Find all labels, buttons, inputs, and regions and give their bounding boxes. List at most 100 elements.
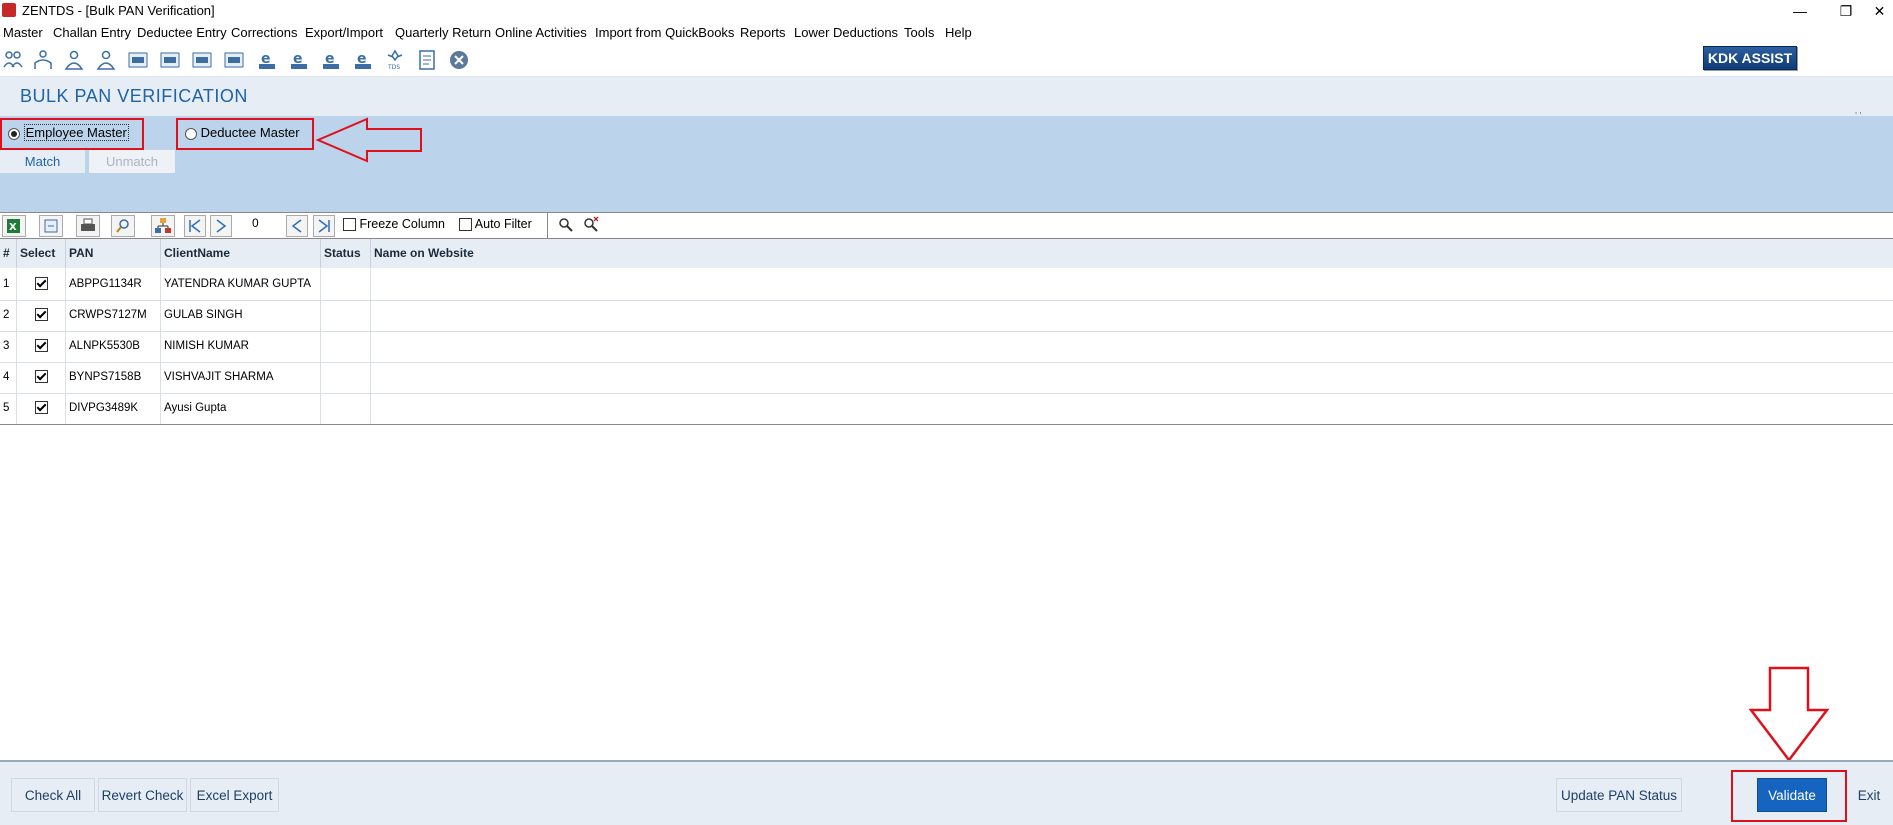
menu-export-import[interactable]: Export/Import [305, 25, 383, 40]
row-status [321, 331, 371, 362]
last-record-icon[interactable] [313, 215, 335, 237]
column-header-select[interactable]: Select [17, 239, 66, 268]
deductee-master-label: Deductee Master [200, 125, 300, 140]
menu-deductee-entry[interactable]: Deductee Entry [137, 25, 227, 40]
row-pan: DIVPG3489K [66, 393, 161, 424]
row-select-checkbox[interactable] [17, 300, 66, 331]
print-icon[interactable] [76, 215, 100, 237]
row-select-checkbox[interactable] [17, 331, 66, 362]
row-select-checkbox[interactable] [17, 362, 66, 393]
export-icon[interactable] [39, 215, 63, 237]
table-row[interactable]: 2 CRWPS7127M GULAB SINGH [0, 300, 1893, 332]
employee-master-label: Employee Master [23, 124, 129, 141]
search-clear-icon[interactable] [581, 215, 601, 235]
column-header-name-on-website[interactable]: Name on Website [371, 239, 1893, 268]
group-icon[interactable] [32, 49, 54, 71]
row-name-on-website [371, 269, 1893, 300]
bottom-action-bar: Check All Revert Check Excel Export Upda… [0, 760, 1893, 825]
menu-quarterly-return[interactable]: Quarterly Return [395, 25, 491, 40]
report-icon[interactable] [416, 49, 438, 71]
exit-button[interactable]: Exit [1850, 778, 1888, 812]
row-select-checkbox[interactable] [17, 393, 66, 424]
menu-master[interactable]: Master [3, 25, 43, 40]
person-alt-icon[interactable] [95, 49, 117, 71]
previous-record-icon[interactable] [286, 215, 308, 237]
find-icon[interactable] [111, 215, 135, 237]
row-number: 2 [0, 300, 17, 331]
menu-import-quickbooks[interactable]: Import from QuickBooks [595, 25, 734, 40]
check-icon [35, 401, 48, 415]
excel-icon[interactable]: X [2, 215, 26, 237]
employee-master-radio[interactable]: Employee Master [8, 124, 129, 141]
e-26q-icon[interactable]: e [288, 49, 310, 71]
minimize-button[interactable]: — [1777, 0, 1823, 22]
next-record-icon[interactable] [210, 215, 232, 237]
tds-icon[interactable]: TDS [384, 49, 406, 71]
menu-lower-deductions[interactable]: Lower Deductions [794, 25, 898, 40]
check-icon [35, 277, 48, 291]
row-client-name: NIMISH KUMAR [161, 331, 321, 362]
tab-match[interactable]: Match [0, 150, 85, 173]
deductee-master-radio[interactable]: Deductee Master [185, 125, 300, 140]
table-row[interactable]: 1 ABPPG1134R YATENDRA KUMAR GUPTA [0, 269, 1893, 301]
app-icon [2, 3, 16, 17]
menu-challan-entry[interactable]: Challan Entry [53, 25, 131, 40]
row-name-on-website [371, 362, 1893, 393]
close-button[interactable]: ✕ [1866, 0, 1893, 22]
column-header-number[interactable]: # [0, 239, 17, 268]
grid-toolbar: X 0 Freeze Column Auto Filter [0, 212, 1893, 239]
check-all-button[interactable]: Check All [11, 778, 95, 812]
annotation-arrow-down-icon [1748, 666, 1830, 763]
menu-tools[interactable]: Tools [904, 25, 934, 40]
auto-filter-label: Auto Filter [474, 217, 532, 231]
people-icon[interactable] [2, 49, 24, 71]
form-27q-icon[interactable] [191, 49, 213, 71]
column-header-clientname[interactable]: ClientName [161, 239, 321, 268]
toolbar-divider [547, 213, 548, 238]
collapse-icon[interactable]: ‚ ‚ [1855, 105, 1862, 115]
restore-button[interactable]: ❐ [1823, 0, 1869, 22]
check-icon [35, 339, 48, 353]
e-27q-icon[interactable]: e [320, 49, 342, 71]
menu-corrections[interactable]: Corrections [231, 25, 297, 40]
form-27eq-icon[interactable] [223, 49, 245, 71]
auto-filter-checkbox[interactable]: Auto Filter [459, 217, 532, 232]
menu-reports[interactable]: Reports [740, 25, 786, 40]
kdk-assist-button[interactable]: KDK ASSIST [1703, 46, 1797, 70]
row-client-name: YATENDRA KUMAR GUPTA [161, 269, 321, 300]
excel-export-button[interactable]: Excel Export [190, 778, 279, 812]
revert-check-button[interactable]: Revert Check [98, 778, 187, 812]
svg-text:TDS: TDS [387, 64, 400, 71]
table-row[interactable]: 5 DIVPG3489K Ayusi Gupta [0, 393, 1893, 425]
hierarchy-icon[interactable] [151, 215, 175, 237]
column-header-pan[interactable]: PAN [66, 239, 161, 268]
search-icon[interactable] [556, 215, 576, 235]
freeze-column-checkbox[interactable]: Freeze Column [343, 217, 445, 232]
validate-button[interactable]: Validate [1757, 778, 1827, 812]
person-icon[interactable] [63, 49, 85, 71]
form-26q-icon[interactable] [159, 49, 181, 71]
column-header-status[interactable]: Status [321, 239, 371, 268]
e-24q-icon[interactable]: e [256, 49, 278, 71]
form-24q-icon[interactable] [127, 49, 149, 71]
freeze-column-check-icon [343, 218, 356, 232]
row-pan: ALNPK5530B [66, 331, 161, 362]
row-name-on-website [371, 331, 1893, 362]
check-icon [35, 370, 48, 384]
table-row[interactable]: 3 ALNPK5530B NIMISH KUMAR [0, 331, 1893, 363]
menu-online-activities[interactable]: Online Activities [495, 25, 587, 40]
row-number: 4 [0, 362, 17, 393]
annotation-arrow-left-icon [315, 117, 422, 163]
first-record-icon[interactable] [184, 215, 206, 237]
update-pan-status-button[interactable]: Update PAN Status [1556, 778, 1682, 812]
tab-unmatch[interactable]: Unmatch [89, 150, 175, 173]
title-bar: ZENTDS - [Bulk PAN Verification] — ❐ ✕ [0, 0, 1893, 22]
row-status [321, 393, 371, 424]
e-27eq-icon[interactable]: e [352, 49, 374, 71]
row-name-on-website [371, 393, 1893, 424]
freeze-column-label: Freeze Column [359, 217, 445, 231]
menu-help[interactable]: Help [945, 25, 972, 40]
table-row[interactable]: 4 BYNPS7158B VISHVAJIT SHARMA [0, 362, 1893, 394]
row-select-checkbox[interactable] [17, 269, 66, 300]
close-circle-icon[interactable] [448, 49, 470, 71]
